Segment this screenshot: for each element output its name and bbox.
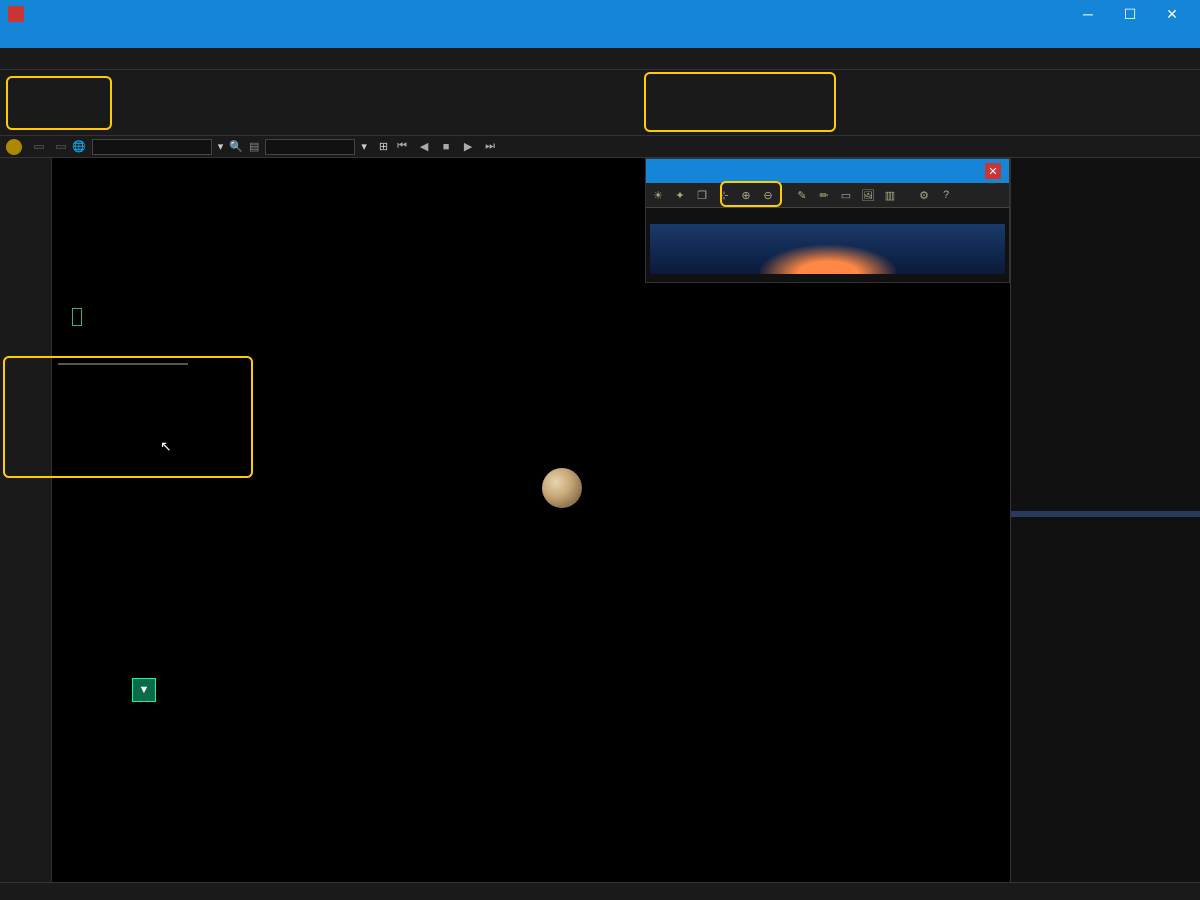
target-select[interactable] [92,139,212,155]
info-panel-close-button[interactable]: ✕ [985,163,1001,179]
minimize-button[interactable]: ─ [1068,2,1108,26]
calendar-body [1011,517,1200,882]
center-minus-icon[interactable]: ⊖ [759,186,777,204]
forward-end-button[interactable]: ⏭ [482,139,498,155]
columns-icon[interactable]: ▥ [881,186,899,204]
altitude-strip [650,224,1005,274]
tabbar [0,48,1200,70]
step-dropdown-icon[interactable]: ▾ [361,140,367,153]
sun-icon[interactable]: ☀ [649,186,667,204]
star-icon[interactable]: ✦ [671,186,689,204]
jupiter-planet[interactable] [542,468,582,508]
projection-context-menu [58,363,188,365]
step-select[interactable] [265,139,355,155]
highlight-planets-section [6,76,112,130]
left-dock [0,158,52,882]
sky-view[interactable]: ▼ ✕ ☀ ✦ ❐ ⊹ ⊕ ⊖ ✎ ✏ ▭ 🖼 ▥ [52,158,1010,882]
right-side-panel [1010,158,1200,882]
frame-icon[interactable]: ▭ [837,186,855,204]
highlight-satellites-section [644,72,836,132]
timebar: 🌐 ▾ 🔍 ▤ ▾ ⊞ ⏮ ◀ ■ ▶ ⏭ [0,136,1200,158]
info-panel-body [646,208,1009,220]
center-icon[interactable]: ⊹ [715,186,733,204]
list-icon[interactable]: ▤ [249,140,259,153]
play-button[interactable]: ▶ [460,139,476,155]
wand-icon[interactable]: ✎ [793,186,811,204]
step-settings-icon[interactable]: ⊞ [379,140,388,153]
gear-icon[interactable]: ⚙ [915,186,933,204]
main-area: ▼ ✕ ☀ ✦ ❐ ⊹ ⊕ ⊖ ✎ ✏ ▭ 🖼 ▥ [0,158,1200,882]
pencil-icon[interactable]: ✏ [815,186,833,204]
titlebar: ─ ☐ ✕ [0,0,1200,28]
menubar [0,28,1200,48]
rewind-button[interactable]: ◀ [416,139,432,155]
toolbar [0,70,1200,136]
close-button[interactable]: ✕ [1152,2,1192,26]
maximize-button[interactable]: ☐ [1110,2,1150,26]
search-icon[interactable]: 🔍 [229,140,243,153]
help-icon[interactable]: ? [937,186,955,204]
location-display[interactable] [56,145,66,149]
datetime-display[interactable] [34,145,44,149]
below-strip-text [646,278,1009,282]
cursor-pointer-icon: ↖ [160,438,172,455]
window-icon[interactable]: ❐ [693,186,711,204]
info-panel: ✕ ☀ ✦ ❐ ⊹ ⊕ ⊖ ✎ ✏ ▭ 🖼 ▥ ⚙ ? [645,158,1010,283]
rewind-end-button[interactable]: ⏮ [394,139,410,155]
frame-id [6,139,22,155]
globe-icon[interactable]: 🌐 [72,140,86,153]
play-marker[interactable]: ▼ [132,678,156,702]
target-dropdown-icon[interactable]: ▾ [218,140,224,153]
image-icon[interactable]: 🖼 [859,186,877,204]
center-plus-icon[interactable]: ⊕ [737,186,755,204]
app-icon [8,6,24,22]
fov-indicator [72,308,82,326]
statusbar [0,882,1200,900]
stop-button[interactable]: ■ [438,139,454,155]
info-panel-toolbar: ☀ ✦ ❐ ⊹ ⊕ ⊖ ✎ ✏ ▭ 🖼 ▥ ⚙ ? [646,183,1009,208]
